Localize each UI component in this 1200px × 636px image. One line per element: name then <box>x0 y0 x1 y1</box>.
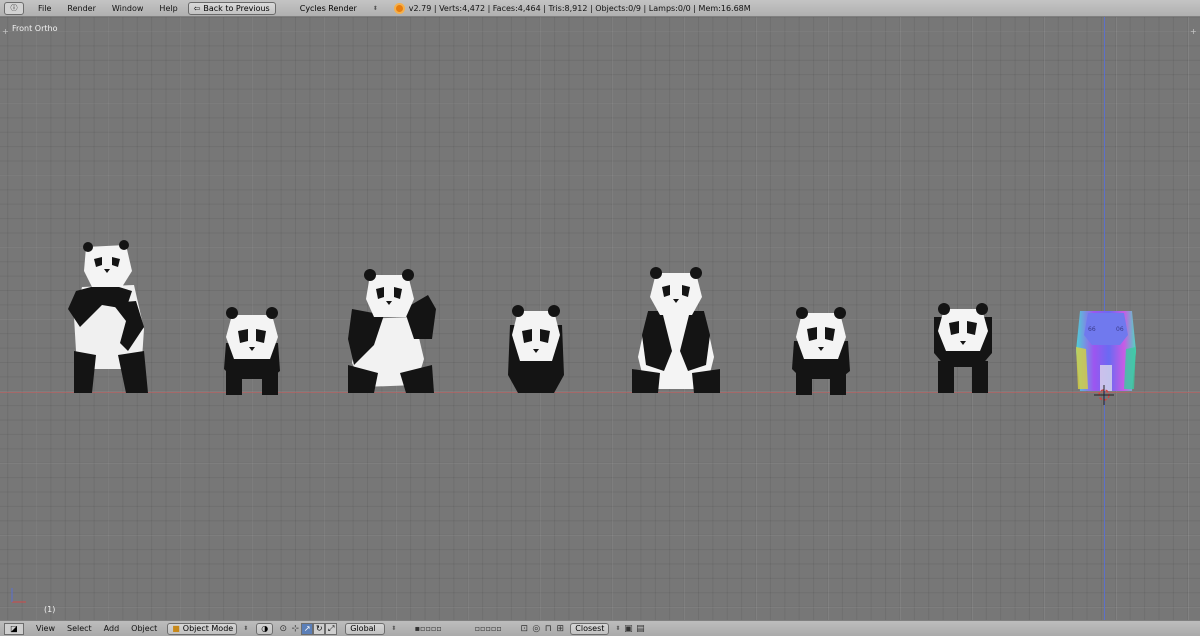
panda-normal-shaded-shape: 66 06 <box>1076 311 1136 391</box>
viewport-shading-select[interactable]: ◑ <box>256 622 274 635</box>
scene-stats: v2.79 | Verts:4,472 | Faces:4,464 | Tris… <box>408 3 751 13</box>
panda-model[interactable] <box>220 307 284 397</box>
menu-file[interactable]: File <box>30 4 59 13</box>
back-to-previous-label: Back to Previous <box>203 3 270 13</box>
scale-manipulator-icon[interactable]: ⤢ <box>325 622 338 635</box>
mode-select[interactable]: ■ Object Mode <box>167 622 238 635</box>
editor-type-button[interactable]: ◪ <box>4 622 24 635</box>
dropdown-arrows-icon: ⬍ <box>615 625 621 632</box>
snap-element-icon[interactable]: ⊞ <box>554 623 566 635</box>
info-header: ⓘ File Render Window Help ⇦ Back to Prev… <box>0 0 1200 17</box>
panda-sitting-shape <box>632 267 720 393</box>
panda-shape <box>224 307 280 395</box>
back-icon: ⇦ <box>193 3 201 13</box>
panda-model[interactable] <box>506 305 566 397</box>
panda-model[interactable] <box>62 239 154 397</box>
panda-model-selected[interactable]: 66 06 <box>1074 301 1138 397</box>
render-engine-select[interactable]: Cycles Render ⬍ <box>294 2 386 15</box>
panda-standing-shape <box>68 240 148 393</box>
snap-toggle-icon[interactable]: ⊓ <box>542 623 554 635</box>
panda-model[interactable] <box>630 265 722 397</box>
panda-shape <box>934 303 992 393</box>
render-engine-label: Cycles Render <box>299 3 357 13</box>
current-frame: (1) <box>44 605 56 614</box>
menu-select[interactable]: Select <box>61 624 98 633</box>
menu-object[interactable]: Object <box>125 624 163 633</box>
snap-target-select[interactable]: Closest <box>570 622 610 635</box>
layers-grid-icon[interactable]: ▪▫▫▫▫ <box>398 623 458 635</box>
view-name: Front Ortho <box>12 24 58 33</box>
viewport-split-icon[interactable]: + <box>2 28 10 36</box>
dropdown-arrows-icon: ⬍ <box>391 625 397 632</box>
rotate-manipulator-icon[interactable]: ↻ <box>313 622 326 635</box>
object-mode-icon: ■ <box>172 624 180 633</box>
render-camera-icon[interactable]: ▣ <box>622 623 634 635</box>
menu-render[interactable]: Render <box>59 4 103 13</box>
editor-type-button[interactable]: ⓘ <box>4 1 24 15</box>
panda-model[interactable] <box>932 303 994 395</box>
proportional-edit-icon[interactable]: ◎ <box>530 623 542 635</box>
shading-sphere-icon: ◑ <box>261 624 269 633</box>
menu-add[interactable]: Add <box>98 624 126 633</box>
snap-target-label: Closest <box>575 624 605 633</box>
x-axis-line <box>0 392 1200 393</box>
3d-cursor-icon[interactable] <box>1094 385 1114 405</box>
pivot-point-icon[interactable]: ⊙ <box>277 623 289 635</box>
layers-grid-icon[interactable]: ▫▫▫▫▫ <box>458 623 518 635</box>
svg-text:66: 66 <box>1088 326 1096 333</box>
transform-orientation-select[interactable]: Global <box>345 622 386 635</box>
mode-label: Object Mode <box>182 624 234 633</box>
panda-shape <box>508 305 564 393</box>
3d-viewport[interactable]: + + Front Ortho 66 06 (1) <box>0 17 1200 620</box>
translate-manipulator-icon[interactable]: ↗ <box>301 622 314 635</box>
viewport-split-icon[interactable]: + <box>1190 28 1198 36</box>
back-to-previous-button[interactable]: ⇦ Back to Previous <box>187 1 276 15</box>
lock-layer-icon[interactable]: ⊡ <box>518 623 530 635</box>
info-icon: ⓘ <box>10 4 18 12</box>
svg-text:06: 06 <box>1116 326 1124 333</box>
dropdown-arrows-icon: ⬍ <box>243 625 249 632</box>
panda-model[interactable] <box>344 269 440 397</box>
3d-view-header: ◪ View Select Add Object ■ Object Mode ⬍… <box>0 620 1200 636</box>
panda-shape <box>792 307 850 395</box>
3d-view-icon: ◪ <box>10 624 18 633</box>
axis-gizmo-icon <box>11 588 26 603</box>
menu-window[interactable]: Window <box>104 4 152 13</box>
panda-model[interactable] <box>790 307 852 397</box>
menu-view[interactable]: View <box>30 624 61 633</box>
render-anim-icon[interactable]: ▤ <box>634 623 646 635</box>
dropdown-arrows-icon: ⬍ <box>372 4 378 12</box>
manipulator-toggle-icon[interactable]: ⊹ <box>289 623 301 635</box>
blender-logo-icon <box>393 2 405 14</box>
panda-waving-shape <box>348 269 436 393</box>
orientation-label: Global <box>350 624 376 633</box>
menu-help[interactable]: Help <box>151 4 185 13</box>
